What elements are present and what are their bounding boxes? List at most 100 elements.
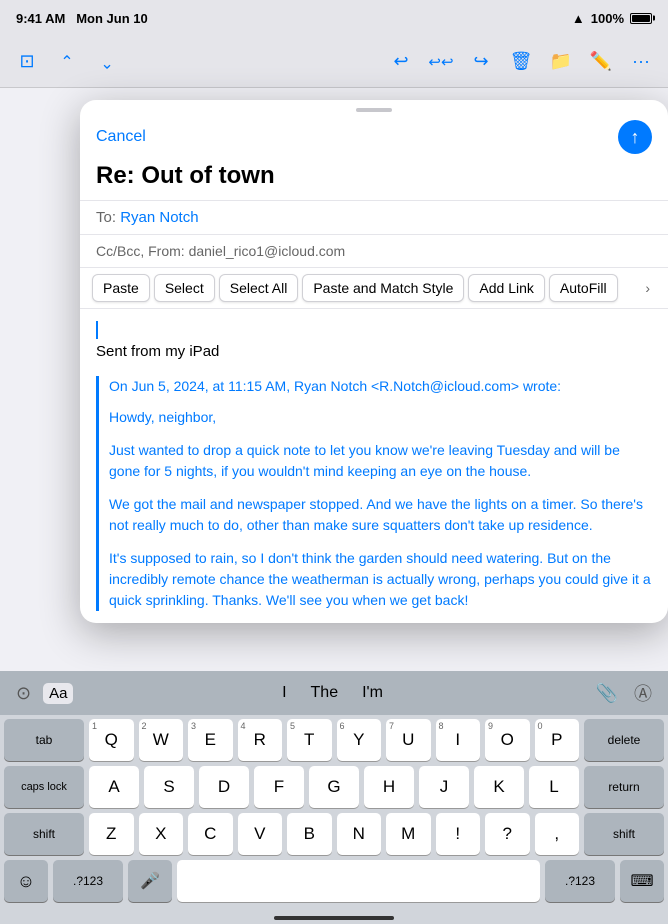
date-display: Mon Jun 10 xyxy=(76,11,148,26)
prediction-the[interactable]: The xyxy=(311,684,339,702)
num-sym-key-2[interactable]: .?123 xyxy=(545,860,615,902)
key-o[interactable]: 9O xyxy=(485,719,530,761)
emoji-key[interactable]: ☺ xyxy=(4,860,48,902)
select-all-button[interactable]: Select All xyxy=(219,274,299,302)
key-h[interactable]: H xyxy=(364,766,414,808)
to-value[interactable]: Ryan Notch xyxy=(120,209,198,226)
navigate-down-button[interactable]: ⌃ xyxy=(92,47,122,77)
key-j[interactable]: J xyxy=(419,766,469,808)
key-b[interactable]: B xyxy=(287,813,332,855)
modal-handle xyxy=(80,100,668,116)
tab-key[interactable]: tab xyxy=(4,719,84,761)
attachment-icon[interactable]: 📎 xyxy=(592,679,622,708)
trash-button[interactable]: 🗑 xyxy=(506,47,536,77)
key-v[interactable]: V xyxy=(238,813,283,855)
select-button[interactable]: Select xyxy=(154,274,215,302)
key-d[interactable]: D xyxy=(199,766,249,808)
modal-header: Cancel ↑ xyxy=(80,116,668,162)
navigate-up-button[interactable]: ⌃ xyxy=(52,47,82,77)
quoted-paragraph-1: Howdy, neighbor, xyxy=(109,407,652,428)
formatting-icon[interactable]: Ⓐ xyxy=(630,676,656,710)
send-button[interactable]: ↑ xyxy=(618,120,652,154)
space-key[interactable] xyxy=(177,860,540,902)
context-menu-chevron[interactable]: › xyxy=(639,276,656,300)
key-e[interactable]: 3E xyxy=(188,719,233,761)
reply-all-button[interactable]: ↩↩ xyxy=(426,47,456,77)
key-c[interactable]: C xyxy=(188,813,233,855)
keyboard-bottom-row: ☺ .?123 🎤 .?123 ⌨ xyxy=(0,860,668,910)
keyboard-toolbar: ⊙ Aa I The I'm 📎 Ⓐ xyxy=(0,671,668,715)
quoted-email-header: On Jun 5, 2024, at 11:15 AM, Ryan Notch … xyxy=(109,376,652,397)
prediction-i[interactable]: I xyxy=(282,684,286,702)
email-body[interactable]: Sent from my iPad On Jun 5, 2024, at 11:… xyxy=(80,309,668,623)
compose-button[interactable]: ✏️ xyxy=(586,47,616,77)
key-r[interactable]: 4R xyxy=(238,719,283,761)
prediction-im[interactable]: I'm xyxy=(362,684,383,702)
delete-key[interactable]: delete xyxy=(584,719,664,761)
autofill-button[interactable]: AutoFill xyxy=(549,274,618,302)
paste-match-style-button[interactable]: Paste and Match Style xyxy=(302,274,464,302)
shift-right-key[interactable]: shift xyxy=(584,813,664,855)
paste-button[interactable]: Paste xyxy=(92,274,150,302)
battery-label: 100% xyxy=(591,11,624,26)
key-m[interactable]: M xyxy=(386,813,431,855)
time-display: 9:41 AM xyxy=(16,11,65,26)
cc-field-row: Cc/Bcc, From: daniel_rico1@icloud.com xyxy=(80,234,668,267)
mail-toolbar: ⊡ ⌃ ⌃ ↩ ↩↩ ↪ 🗑 📁 ✏️ ··· xyxy=(0,36,668,88)
key-t[interactable]: 5T xyxy=(287,719,332,761)
status-bar: 9:41 AM Mon Jun 10 ▲ 100% xyxy=(0,0,668,36)
key-u[interactable]: 7U xyxy=(386,719,431,761)
cancel-button[interactable]: Cancel xyxy=(96,124,146,150)
kb-toolbar-right: 📎 Ⓐ xyxy=(592,676,656,710)
key-i[interactable]: 8I xyxy=(436,719,481,761)
key-n[interactable]: N xyxy=(337,813,382,855)
reply-button[interactable]: ↩ xyxy=(386,47,416,77)
key-s[interactable]: S xyxy=(144,766,194,808)
forward-button[interactable]: ↪ xyxy=(466,47,496,77)
toolbar-left-group: ⊡ ⌃ ⌃ xyxy=(12,47,122,77)
cc-value[interactable]: daniel_rico1@icloud.com xyxy=(189,243,346,259)
key-y[interactable]: 6Y xyxy=(337,719,382,761)
key-question[interactable]: ? xyxy=(485,813,530,855)
key-p[interactable]: 0P xyxy=(535,719,580,761)
font-size-button[interactable]: Aa xyxy=(43,683,73,704)
key-comma[interactable]: , xyxy=(535,813,580,855)
key-l[interactable]: L xyxy=(529,766,579,808)
wifi-icon: ▲ xyxy=(572,11,585,26)
keyboard-dismiss-key[interactable]: ⌨ xyxy=(620,860,664,902)
num-sym-key[interactable]: .?123 xyxy=(53,860,123,902)
predictive-text-area: I The I'm xyxy=(81,684,583,702)
key-x[interactable]: X xyxy=(139,813,184,855)
key-row-1: tab 1Q 2W 3E 4R 5T 6Y 7U 8I 9O 0P delete xyxy=(4,719,664,761)
cursor-area xyxy=(96,321,652,339)
text-cursor xyxy=(96,321,98,339)
key-w[interactable]: 2W xyxy=(139,719,184,761)
home-indicator xyxy=(274,916,394,920)
sent-from-text: Sent from my iPad xyxy=(96,343,652,360)
add-link-button[interactable]: Add Link xyxy=(468,274,544,302)
quoted-paragraph-3: We got the mail and newspaper stopped. A… xyxy=(109,494,652,536)
kb-toolbar-left: ⊙ Aa xyxy=(12,679,73,708)
return-key[interactable]: return xyxy=(584,766,664,808)
keyboard-area: ⊙ Aa I The I'm 📎 Ⓐ tab 1Q 2W 3E 4R 5T 6Y… xyxy=(0,671,668,924)
key-g[interactable]: G xyxy=(309,766,359,808)
quoted-paragraph-2: Just wanted to drop a quick note to let … xyxy=(109,440,652,482)
mic-key[interactable]: 🎤 xyxy=(128,860,172,902)
more-button[interactable]: ··· xyxy=(626,47,656,77)
compose-modal: Cancel ↑ Re: Out of town To: Ryan Notch … xyxy=(80,100,668,623)
key-exclaim[interactable]: ! xyxy=(436,813,481,855)
folder-button[interactable]: 📁 xyxy=(546,47,576,77)
status-time: 9:41 AM Mon Jun 10 xyxy=(16,11,148,26)
key-z[interactable]: Z xyxy=(89,813,134,855)
subject-field[interactable]: Re: Out of town xyxy=(80,162,668,200)
shift-left-key[interactable]: shift xyxy=(4,813,84,855)
key-k[interactable]: K xyxy=(474,766,524,808)
key-a[interactable]: A xyxy=(89,766,139,808)
key-q[interactable]: 1Q xyxy=(89,719,134,761)
context-menu-toolbar: Paste Select Select All Paste and Match … xyxy=(80,267,668,309)
caps-lock-key[interactable]: caps lock xyxy=(4,766,84,808)
sidebar-toggle-button[interactable]: ⊡ xyxy=(12,47,42,77)
handle-bar xyxy=(356,108,392,112)
keyboard-settings-icon[interactable]: ⊙ xyxy=(12,679,35,708)
key-f[interactable]: F xyxy=(254,766,304,808)
